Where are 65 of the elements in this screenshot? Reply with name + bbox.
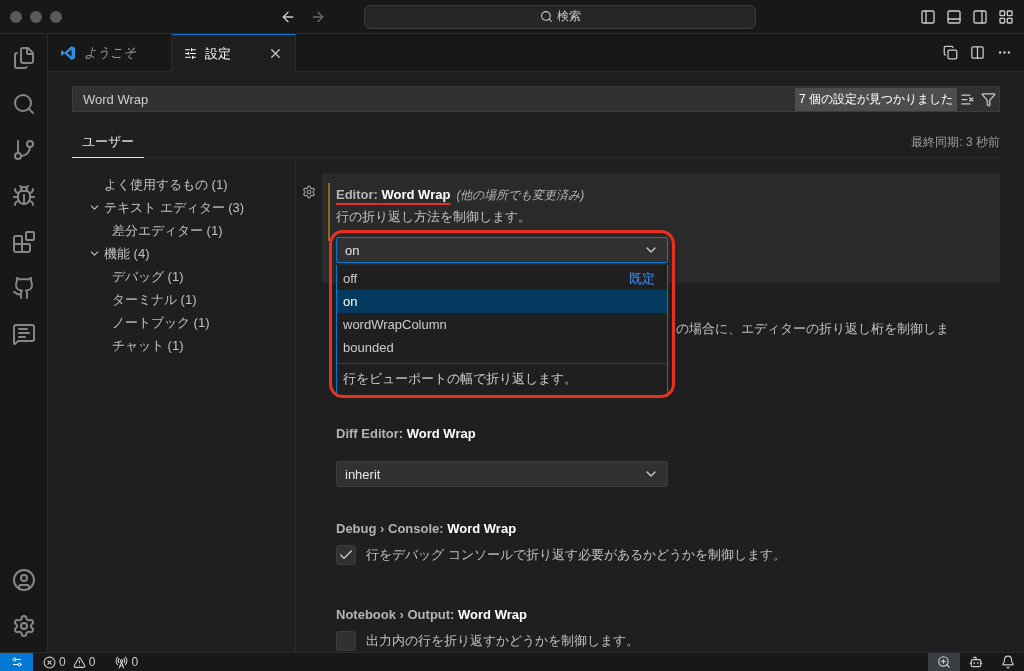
editor-tab[interactable]: 設定 [172,34,296,72]
ports-count[interactable]: 0 [131,655,139,669]
zoom-icon[interactable] [928,653,960,671]
search-icon[interactable] [11,92,36,116]
window-control-icon[interactable] [50,10,62,23]
antenna-icon[interactable] [115,655,129,669]
setting-title: Diff Editor: Word Wrap [336,425,476,443]
github-icon[interactable] [11,276,36,300]
split-editor-icon[interactable] [970,45,985,60]
setting-description: 行の折り返し方法を制御します。 [336,208,532,226]
chat-icon[interactable] [11,322,36,346]
toc-item[interactable]: 機能 (4) [72,242,295,265]
settings-sliders-icon [184,47,197,60]
dropdown-option[interactable]: off 既定 [337,267,667,290]
sync-status: 最終同期: 3 秒前 [911,134,1000,151]
toc-item[interactable]: テキスト エディター (3) [72,196,295,219]
secondary-sidebar-icon[interactable] [972,8,988,25]
settings-search-box[interactable]: Word Wrap 7 個の設定が見つかりました [72,86,1000,112]
toc-item[interactable]: よく使用するもの (1) [72,173,295,196]
search-icon [539,10,553,23]
warning-icon[interactable] [72,655,86,669]
panel-toggle-icon[interactable] [946,8,962,25]
toc-item[interactable]: デバッグ (1) [72,265,295,288]
setting-title: Notebook › Output: Word Wrap [336,606,527,624]
account-icon[interactable] [11,568,36,592]
layout-icon[interactable] [998,8,1014,25]
open-json-icon[interactable] [943,45,958,60]
setting-title: Debug › Console: Word Wrap [336,520,517,538]
explorer-icon[interactable] [11,46,36,70]
select-dropdown[interactable]: inherit [336,461,668,487]
setting-title: Editor: Word Wrap [336,186,451,204]
setting-description: の場合に、エディターの折り返し桁を制御しま [676,320,949,338]
dropdown-option[interactable]: bounded [337,336,667,359]
setting-description: 出力内の行を折り返すかどうかを制御します。 [366,632,639,650]
error-count[interactable]: 0 [59,655,66,669]
run-debug-icon[interactable] [11,184,36,208]
window-control-icon[interactable] [10,10,22,23]
modified-indicator [328,183,330,241]
window-control-icon[interactable] [30,10,42,23]
dropdown-option[interactable]: wordWrapColumn [337,313,667,336]
modified-note: (他の場所でも変更済み) [456,187,585,204]
code-logo-icon [60,44,76,61]
scope-tab[interactable]: ユーザー [72,127,144,158]
settings-search-field[interactable]: Word Wrap [81,90,795,108]
checkbox[interactable] [336,631,356,651]
warning-count[interactable]: 0 [88,655,96,669]
toc-item[interactable]: チャット (1) [72,334,295,357]
select-dropdown[interactable]: on [336,237,668,263]
error-icon[interactable] [43,655,56,669]
source-control-icon[interactable] [11,138,36,162]
default-label: 既定 [629,269,656,288]
settings-gear-icon[interactable] [302,185,316,199]
checkbox[interactable] [336,545,356,565]
sidebar-toggle-icon[interactable] [920,8,936,25]
toc-item[interactable]: ノートブック (1) [72,311,295,334]
close-icon[interactable] [268,46,283,61]
toc-item[interactable]: ターミナル (1) [72,288,295,311]
option-description: 行をビューポートの幅で折り返します。 [337,363,667,396]
result-count: 7 個の設定が見つかりました [795,87,957,111]
command-search-field[interactable]: 検索 [364,4,756,29]
extensions-icon[interactable] [11,230,36,254]
toc-item[interactable]: 差分エディター (1) [72,219,295,242]
settings-icon[interactable] [11,614,36,638]
setting-description: 行をデバッグ コンソールで折り返す必要があるかどうかを制御します。 [366,546,786,564]
dropdown-option[interactable]: on [337,290,667,313]
